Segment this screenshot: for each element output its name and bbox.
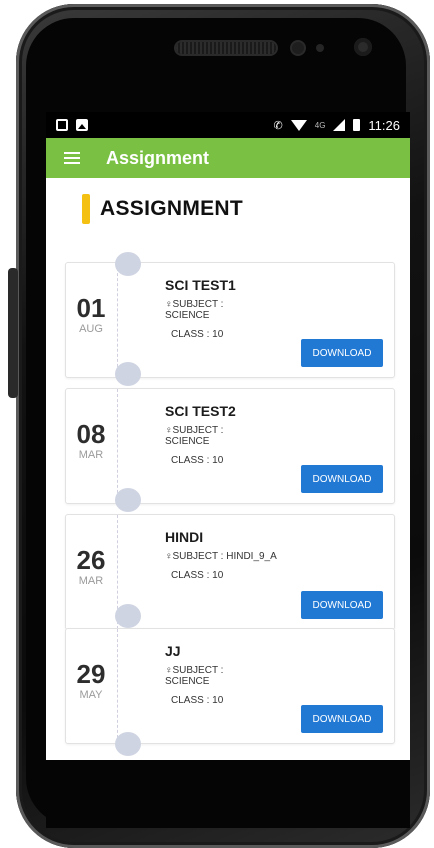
assignment-card[interactable]: 08 MAR SCI TEST2 ♀SUBJECT : SCIENCE CLAS… [65,388,395,504]
assignment-info: HINDI ♀SUBJECT : HINDI_9_A CLASS : 10 [165,529,305,581]
timeline-dot [115,604,141,628]
status-time: 11:26 [368,117,400,133]
timeline-line [117,629,118,743]
network-type: 4G [314,120,326,130]
call-icon: ✆ [273,119,283,132]
date-day: 01 [76,293,106,323]
menu-icon[interactable] [64,152,80,164]
assignment-title: SCI TEST1 [165,277,236,293]
assignment-title: SCI TEST2 [165,403,236,419]
assignment-title: JJ [165,643,181,659]
phone-side-button [8,268,18,398]
assignment-info: JJ ♀SUBJECT : SCIENCE CLASS : 10 [165,643,305,706]
timeline-dot [115,362,141,386]
app-title: Assignment [106,147,210,168]
assignment-title: HINDI [165,529,204,545]
proximity-sensor [292,42,304,54]
timeline-dot [115,488,141,512]
assignment-class: CLASS : 10 [171,695,224,706]
light-sensor [316,44,324,52]
wifi-icon [290,119,307,131]
screen-bottom-bezel [46,760,410,828]
assignment-card[interactable]: 01 AUG SCI TEST1 ♀SUBJECT : SCIENCE CLAS… [65,262,395,378]
timeline-line [117,263,118,377]
timeline-dot [115,252,141,276]
speaker-grille [176,42,276,54]
signal-icon [333,119,346,131]
assignment-date: 08 MAR [66,421,116,461]
date-month: MAR [78,575,104,587]
section-title: ASSIGNMENT [100,197,244,220]
accent-bar [82,194,90,224]
assignment-class: CLASS : 10 [171,329,224,340]
assignment-subject: ♀SUBJECT : SCIENCE [165,425,224,447]
battery-icon [353,119,361,131]
timeline-line [117,389,118,503]
download-button[interactable]: DOWNLOAD [301,705,383,733]
section-header: ASSIGNMENT [46,178,410,224]
assignment-card[interactable]: 29 MAY JJ ♀SUBJECT : SCIENCE CLASS : 10 … [65,628,395,744]
image-icon [76,119,88,131]
date-day: 26 [76,545,106,575]
assignment-date: 01 AUG [66,295,116,335]
assignment-class: CLASS : 10 [171,455,224,466]
assignment-subject: ♀SUBJECT : SCIENCE [165,665,224,687]
assignment-date: 26 MAR [66,547,116,587]
status-bar: ✆ 4G 11:26 [46,112,410,138]
timeline-dot [115,732,141,756]
assignment-info: SCI TEST1 ♀SUBJECT : SCIENCE CLASS : 10 [165,277,305,340]
download-button[interactable]: DOWNLOAD [301,339,383,367]
date-day: 29 [76,659,106,689]
app-bar: Assignment [46,138,410,178]
date-month: MAY [79,689,103,701]
assignment-subject: ♀SUBJECT : SCIENCE [165,299,224,321]
download-button[interactable]: DOWNLOAD [301,591,383,619]
notification-icon [56,119,68,131]
assignment-info: SCI TEST2 ♀SUBJECT : SCIENCE CLASS : 10 [165,403,305,466]
date-month: AUG [79,323,103,335]
date-day: 08 [76,419,106,449]
assignment-subject: ♀SUBJECT : HINDI_9_A [165,551,277,562]
front-camera [354,38,372,56]
assignment-date: 29 MAY [66,661,116,701]
download-button[interactable]: DOWNLOAD [301,465,383,493]
date-month: MAR [78,449,104,461]
assignment-class: CLASS : 10 [171,570,224,581]
